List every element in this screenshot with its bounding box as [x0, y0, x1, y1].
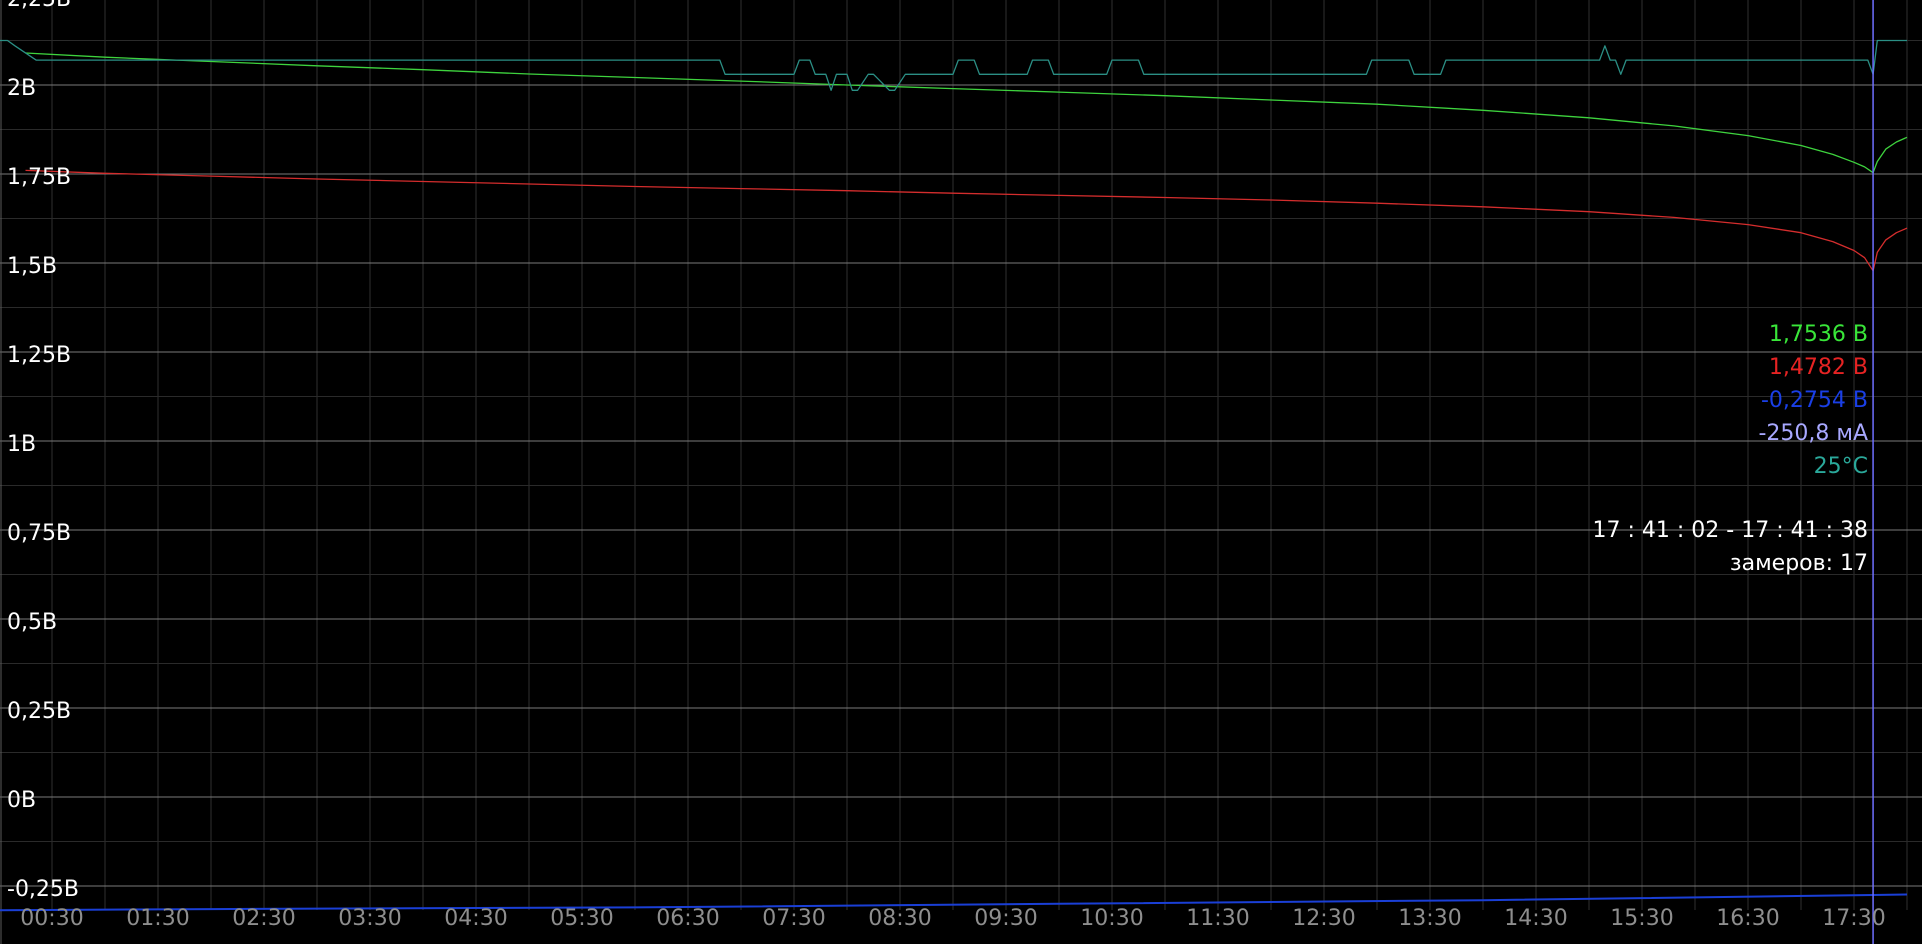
readout-time-range: 17 : 41 : 02 - 17 : 41 : 38 [1592, 518, 1868, 543]
readout-temperature: 25°C [1813, 454, 1868, 479]
readout-voltage-2: 1,4782 В [1768, 355, 1868, 380]
x-tick-label: 08:30 [868, 906, 931, 931]
readout-spacer [1593, 483, 1868, 514]
y-tick-label: 2В [7, 76, 36, 101]
x-tick-label: 02:30 [232, 906, 295, 931]
y-tick-label: 0,25В [7, 699, 71, 724]
readout-voltage-3: -0,2754 В [1760, 388, 1868, 413]
readout-current: -250,8 мА [1758, 421, 1868, 446]
y-tick-label: 2,25В [7, 0, 71, 12]
x-tick-label: 11:30 [1186, 906, 1249, 931]
x-tick-label: 16:30 [1716, 906, 1779, 931]
y-tick-label: 1,5В [7, 254, 57, 279]
cursor-readout-panel: 1,7536 В 1,4782 В -0,2754 В -250,8 мА 25… [1593, 318, 1868, 580]
series-line-1 [25, 52, 1908, 174]
x-tick-label: 05:30 [550, 906, 613, 931]
x-tick-label: 10:30 [1080, 906, 1143, 931]
y-tick-label: 1В [7, 432, 36, 457]
x-tick-label: 17:30 [1822, 906, 1885, 931]
y-tick-label: -0,25В [7, 877, 79, 902]
x-tick-label: 06:30 [656, 906, 719, 931]
y-tick-label: 0,5В [7, 610, 57, 635]
x-tick-label: 01:30 [126, 906, 189, 931]
readout-voltage-1: 1,7536 В [1768, 322, 1868, 347]
x-tick-label: 09:30 [974, 906, 1037, 931]
x-tick-label: 12:30 [1292, 906, 1355, 931]
x-tick-label: 00:30 [20, 906, 83, 931]
y-axis-labels: 2,25В 2В 1,75В 1,5В 1,25В 1В 0,75В 0,5В 0,25В 0В -… [7, 0, 79, 902]
x-tick-label: 07:30 [762, 906, 825, 931]
x-tick-label: 13:30 [1398, 906, 1461, 931]
y-tick-label: 1,25В [7, 343, 71, 368]
y-tick-label: 0В [7, 788, 36, 813]
x-tick-label: 04:30 [444, 906, 507, 931]
series-line-2 [25, 169, 1908, 272]
x-tick-label: 15:30 [1610, 906, 1673, 931]
readout-sample-count: замеров: 17 [1729, 551, 1868, 576]
x-tick-label: 14:30 [1504, 906, 1567, 931]
x-tick-label: 03:30 [338, 906, 401, 931]
y-tick-label: 0,75В [7, 521, 71, 546]
y-tick-label: 1,75В [7, 165, 71, 190]
